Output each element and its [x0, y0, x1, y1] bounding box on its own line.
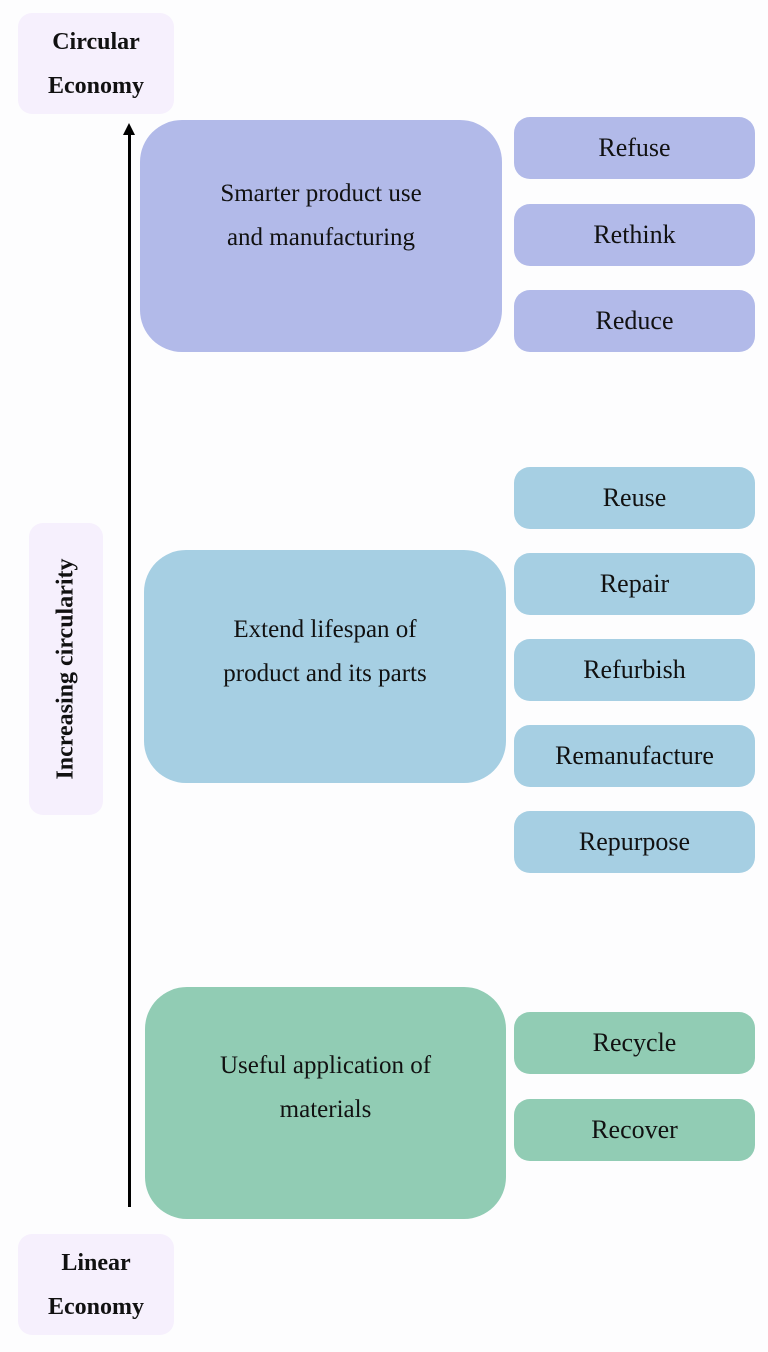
circular-economy-line2: Economy [48, 72, 144, 99]
circular-economy-label: Circular Economy [18, 13, 174, 114]
strategy-reuse: Reuse [514, 467, 755, 529]
increasing-circularity-text: Increasing circularity [53, 558, 79, 780]
circular-economy-line1: Circular [52, 28, 140, 55]
strategy-repurpose: Repurpose [514, 811, 755, 873]
group-useful-application: Useful application of materials [145, 987, 506, 1219]
linear-economy-label: Linear Economy [18, 1234, 174, 1335]
group-smarter-product-use: Smarter product use and manufacturing [140, 120, 502, 352]
group-title-line: Useful application of [219, 1052, 432, 1079]
strategy-remanufacture: Remanufacture [514, 725, 755, 787]
increasing-circularity-label: Increasing circularity [29, 523, 103, 815]
group-title-line: materials [279, 1096, 372, 1123]
strategy-repair: Repair [514, 553, 755, 615]
strategy-refuse: Refuse [514, 117, 755, 179]
group-extend-lifespan: Extend lifespan of product and its parts [144, 550, 506, 783]
linear-economy-line2: Economy [48, 1293, 144, 1320]
strategy-recycle: Recycle [514, 1012, 755, 1074]
strategy-rethink: Rethink [514, 204, 755, 266]
group-title-line: product and its parts [223, 659, 427, 687]
strategy-refurbish: Refurbish [514, 639, 755, 701]
group-title-line: Extend lifespan of [233, 615, 417, 643]
strategy-recover: Recover [514, 1099, 755, 1161]
linear-economy-line1: Linear [61, 1249, 131, 1276]
group-title-line: Smarter product use [220, 180, 422, 207]
strategy-reduce: Reduce [514, 290, 755, 352]
circularity-axis-arrow [128, 132, 131, 1207]
group-title-line: and manufacturing [226, 224, 416, 251]
